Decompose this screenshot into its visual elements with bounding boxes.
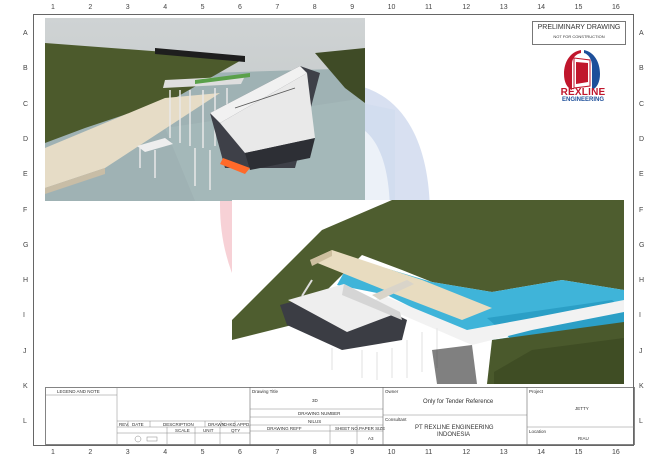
grid-column-label: 3	[125, 4, 130, 11]
grid-column-label: 7	[275, 449, 280, 456]
paper-size-value: A3	[368, 436, 374, 441]
consultant-country: INDONESIA	[437, 432, 471, 438]
qty-header: QTY	[231, 428, 241, 433]
grid-row-label: L	[23, 418, 27, 426]
grid-row-label: I	[639, 312, 641, 320]
consultant-name: PT REXLINE ENGINEERING	[415, 425, 494, 431]
grid-row-label: B	[23, 65, 28, 73]
sheet-no-label: SHEET NO.	[335, 426, 360, 431]
rev-header-description: DESCRIPTION	[163, 422, 194, 427]
location-value: RIAU	[578, 436, 589, 441]
rev-header-date: DATE	[132, 422, 144, 427]
grid-column-label: 8	[312, 449, 317, 456]
grid-column-label: 11	[425, 449, 433, 456]
grid-column-label: 2	[88, 449, 93, 456]
drawing-title-label: Drawing Title	[252, 389, 279, 394]
project-value: JETTY	[575, 406, 589, 411]
grid-row-label: F	[639, 206, 644, 214]
grid-column-label: 1	[51, 4, 55, 11]
grid-column-label: 4	[163, 449, 168, 456]
grid-row-label: H	[639, 277, 645, 285]
drawing-number-value: NILUS	[308, 419, 322, 424]
grid-column-label: 10	[387, 449, 396, 456]
grid-column-label: 13	[499, 449, 508, 456]
title-block: LEGEND AND NOTE REV. DATE DESCRIPTION DR…	[45, 387, 635, 445]
grid-row-label: A	[23, 30, 28, 37]
grid-column-label: 6	[238, 449, 242, 456]
logo-wordmark: REXLINE ENGINEERING	[553, 87, 613, 103]
grid-column-label: 6	[238, 4, 242, 11]
project-label: Project	[529, 389, 544, 394]
grid-row-label: D	[639, 135, 645, 143]
grid-column-label: 12	[462, 4, 471, 11]
location-label: Location	[529, 429, 547, 434]
grid-column-label: 3	[125, 449, 130, 456]
grid-column-label: 10	[387, 4, 396, 11]
unit-header: UNIT	[203, 428, 214, 433]
grid-row-label: G	[639, 241, 645, 249]
grid-row-label: E	[23, 171, 28, 179]
grid-column-label: 15	[574, 449, 583, 456]
grid-column-label: 4	[163, 4, 168, 11]
grid-row-label: C	[23, 100, 29, 108]
rev-header-rev: REV.	[119, 422, 130, 427]
drawing-number-label: DRAWING NUMBER	[298, 411, 341, 416]
grid-column-label: 12	[462, 449, 471, 456]
grid-column-label: 14	[537, 4, 545, 11]
render-view-perspective	[45, 18, 365, 201]
scale-header: SCALE	[175, 428, 190, 433]
grid-column-label: 13	[499, 4, 508, 11]
drawing-title-value: 3D	[312, 398, 318, 403]
grid-row-label: E	[639, 171, 644, 179]
preliminary-stamp: PRELIMINARY DRAWING NOT FOR CONSTRUCTION	[532, 21, 626, 45]
grid-column-label: 15	[574, 4, 583, 11]
grid-row-label: K	[639, 383, 644, 390]
grid-row-label: C	[639, 100, 645, 108]
consultant-label: Consultant	[385, 417, 407, 422]
grid-row-label: B	[639, 65, 644, 73]
grid-row-label: D	[23, 135, 29, 143]
grid-column-label: 7	[275, 4, 280, 11]
grid-row-label: F	[23, 206, 28, 214]
owner-value: Only for Tender Reference	[423, 399, 494, 405]
grid-row-label: J	[23, 347, 27, 355]
drawing-reff-label: DRAWING REFF	[267, 426, 302, 431]
grid-row-label: K	[23, 383, 28, 390]
render-view-aerial	[232, 200, 624, 384]
grid-column-label: 5	[200, 449, 205, 456]
grid-row-label: I	[23, 312, 25, 320]
grid-row-label: G	[23, 241, 29, 249]
grid-column-label: 8	[312, 4, 317, 11]
grid-column-label: 16	[612, 449, 620, 456]
stamp-subtitle: NOT FOR CONSTRUCTION	[553, 34, 605, 39]
grid-column-label: 9	[350, 449, 355, 456]
rev-header-chkd: CHKD.	[223, 422, 238, 427]
grid-column-label: 16	[612, 4, 620, 11]
grid-column-label: 14	[537, 449, 545, 456]
rev-header-appd: APPD.	[237, 422, 251, 427]
grid-column-label: 2	[88, 4, 93, 11]
grid-row-label: J	[639, 347, 643, 355]
legend-label: LEGEND AND NOTE	[57, 389, 100, 394]
grid-row-label: L	[639, 418, 643, 426]
title-block-grid	[45, 387, 635, 445]
stamp-title: PRELIMINARY DRAWING	[537, 24, 621, 31]
grid-row-label: A	[639, 30, 644, 37]
owner-label: Owner	[385, 389, 399, 394]
grid-column-label: 9	[350, 4, 355, 11]
grid-column-label: 5	[200, 4, 205, 11]
grid-row-label: H	[23, 277, 29, 285]
drawing-sheet: 1 2 3 4 5 6 7 8 9 10 11 12 13 14 15 16 1 2 3 4 5 6 7 8 9 10 11 12 1…	[0, 0, 650, 460]
grid-column-label: 11	[425, 4, 433, 11]
grid-column-label: 1	[51, 449, 55, 456]
paper-size-label: PAPER SIZE	[359, 426, 386, 431]
